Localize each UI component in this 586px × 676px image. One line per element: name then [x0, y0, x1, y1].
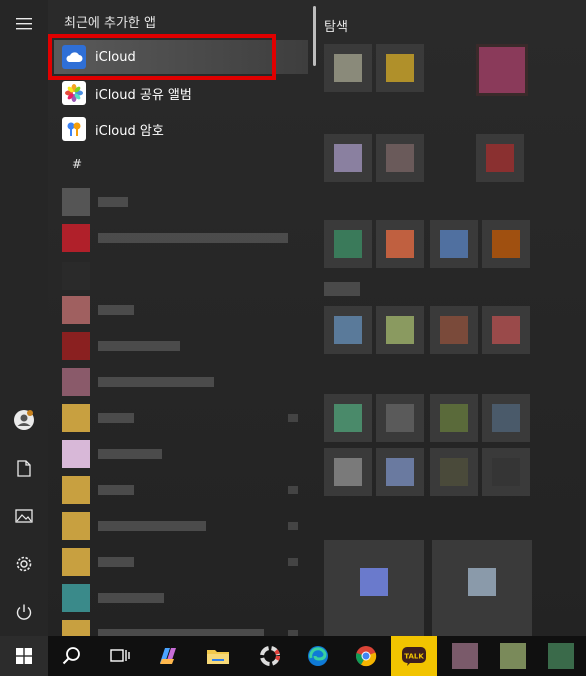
tiles-area: 탐색 [316, 0, 586, 640]
document-icon [17, 459, 31, 477]
tile[interactable] [324, 448, 372, 496]
list-item[interactable] [62, 440, 162, 468]
taskbar-kakaotalk[interactable]: TALK [391, 636, 437, 676]
taskbar-copilot[interactable] [144, 636, 192, 676]
kakaotalk-icon: TALK [402, 647, 426, 666]
tile[interactable] [476, 134, 524, 182]
list-item[interactable] [62, 368, 214, 396]
blurred-app-icon [452, 643, 478, 669]
taskbar-app-blurred[interactable] [489, 636, 537, 676]
account-button[interactable] [0, 396, 48, 444]
tile[interactable] [430, 448, 478, 496]
list-item[interactable] [62, 548, 298, 576]
tile-large[interactable] [432, 540, 532, 640]
tile[interactable] [430, 306, 478, 354]
taskbar-edge[interactable] [294, 636, 342, 676]
power-button[interactable] [0, 588, 48, 636]
user-avatar-icon [14, 410, 34, 430]
settings-button[interactable] [0, 540, 48, 588]
app-item-icloud-shared-albums[interactable]: iCloud 공유 앨범 [54, 76, 308, 110]
search-icon [62, 647, 80, 665]
list-item[interactable] [62, 476, 298, 504]
tile[interactable] [324, 134, 372, 182]
taskbar-app-blurred[interactable] [537, 636, 585, 676]
app-list: 최근에 추가한 앱 iCloud iCloud 공유 앨범 iCloud 암호 … [48, 0, 310, 648]
key-icon [62, 117, 86, 141]
tile[interactable] [324, 44, 372, 92]
list-item[interactable] [62, 404, 298, 432]
ring-app-icon [260, 646, 280, 666]
tile[interactable] [376, 448, 424, 496]
tiles-group-header-blurred [324, 282, 360, 296]
app-item-icloud-passwords[interactable]: iCloud 암호 [54, 112, 308, 146]
list-item[interactable] [62, 332, 180, 360]
documents-button[interactable] [0, 444, 48, 492]
app-item-label: iCloud 암호 [95, 123, 164, 139]
app-item-label: iCloud 공유 앨범 [95, 87, 192, 103]
copilot-icon [160, 648, 176, 664]
taskbar: TALK [0, 636, 586, 676]
list-item[interactable] [62, 584, 164, 612]
taskbar-file-explorer[interactable] [194, 636, 242, 676]
tile[interactable] [482, 306, 530, 354]
svg-text:TALK: TALK [404, 653, 424, 661]
tile[interactable] [324, 394, 372, 442]
list-item[interactable] [62, 296, 134, 324]
power-icon [16, 604, 32, 620]
tile[interactable] [324, 220, 372, 268]
tile[interactable] [482, 394, 530, 442]
tile[interactable] [376, 134, 424, 182]
tile[interactable] [376, 44, 424, 92]
tiles-group-header: 탐색 [324, 20, 348, 35]
folder-icon [207, 650, 229, 664]
highlight-annotation [48, 34, 276, 80]
tile[interactable] [430, 394, 478, 442]
blurred-app-icon [500, 643, 526, 669]
task-view-icon [110, 649, 130, 662]
tile[interactable] [430, 220, 478, 268]
tile-large[interactable] [324, 540, 424, 640]
tile[interactable] [482, 448, 530, 496]
chrome-icon [356, 646, 377, 667]
task-view-button[interactable] [96, 636, 144, 676]
hash-group-header[interactable]: # [72, 157, 82, 171]
tile[interactable] [376, 220, 424, 268]
list-item[interactable] [62, 224, 288, 252]
list-item[interactable] [62, 262, 98, 290]
gear-icon [16, 556, 32, 572]
tile[interactable] [376, 394, 424, 442]
start-rail [0, 0, 48, 636]
edge-icon [308, 646, 328, 666]
windows-logo-icon [16, 648, 32, 664]
taskbar-chrome[interactable] [342, 636, 390, 676]
pictures-button[interactable] [0, 492, 48, 540]
start-menu: 최근에 추가한 앱 iCloud iCloud 공유 앨범 iCloud 암호 … [0, 0, 586, 648]
tile[interactable] [376, 306, 424, 354]
blurred-app-icon [548, 643, 574, 669]
photos-icon [62, 81, 86, 105]
list-item[interactable] [62, 512, 298, 540]
start-button[interactable] [0, 636, 48, 676]
search-button[interactable] [48, 636, 96, 676]
pictures-icon [15, 509, 33, 523]
hamburger-icon [16, 18, 32, 30]
tile[interactable] [482, 220, 530, 268]
taskbar-app-ring[interactable] [246, 636, 294, 676]
list-item[interactable] [62, 188, 128, 216]
recent-apps-header: 최근에 추가한 앱 [64, 16, 156, 31]
tile[interactable] [324, 306, 372, 354]
hamburger-menu-button[interactable] [0, 0, 48, 48]
taskbar-app-blurred[interactable] [441, 636, 489, 676]
tile[interactable] [476, 44, 528, 96]
